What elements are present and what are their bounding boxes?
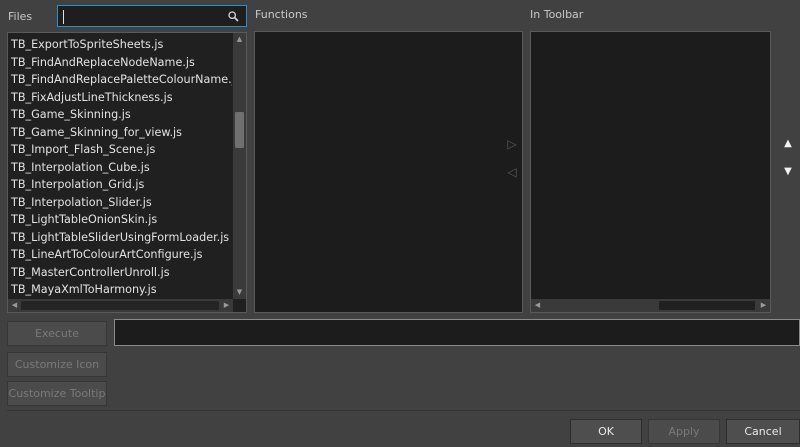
file-list-item[interactable]: TB_FindAndReplacePaletteColourName.js <box>8 71 232 89</box>
file-list-item[interactable]: TB_FindAndReplaceNodeName.js <box>8 54 232 72</box>
file-list-item[interactable]: TB_ExportToSpriteSheets.js <box>8 36 232 54</box>
execute-output-field[interactable] <box>114 319 800 346</box>
search-icon[interactable] <box>228 11 239 22</box>
file-list-item[interactable]: TB_FixAdjustLineThickness.js <box>8 89 232 107</box>
file-list-item[interactable]: TB_LineArtToColourArtConfigure.js <box>8 246 232 264</box>
file-list-item[interactable]: TB_Interpolation_Slider.js <box>8 194 232 212</box>
footer-separator <box>7 410 800 411</box>
in-toolbar-label: In Toolbar <box>530 8 584 21</box>
files-list[interactable]: TB_ExportToSpriteSheets.js TB_FindAndRepl… <box>7 32 247 313</box>
file-list-item[interactable]: TB_MasterControllerUnroll.js <box>8 264 232 282</box>
file-list-item[interactable]: TB_Interpolation_Cube.js <box>8 159 232 177</box>
scroll-left-arrow-icon[interactable]: ◀ <box>532 300 543 311</box>
file-list-item[interactable]: TB_Game_Skinning_for_view.js <box>8 124 232 142</box>
triangle-up-icon[interactable]: ▲ <box>781 138 795 149</box>
file-list-item[interactable]: TB_MayaXmlToHarmony.js <box>8 281 232 298</box>
cancel-button[interactable]: Cancel <box>726 419 800 444</box>
files-label: Files <box>8 10 33 23</box>
file-list-item[interactable]: TB_LightTableSliderUsingFormLoader.js <box>8 229 232 247</box>
files-hscroll-thumb[interactable] <box>21 301 219 310</box>
customize-tooltip-button[interactable]: Customize Tooltip <box>7 381 107 406</box>
scroll-down-arrow-icon[interactable]: ▼ <box>234 287 245 298</box>
triangle-right-icon[interactable]: ▷ <box>505 137 519 151</box>
text-caret <box>63 10 64 24</box>
file-list-item[interactable]: TB_LightTableOnionSkin.js <box>8 211 232 229</box>
functions-list[interactable] <box>254 31 523 313</box>
triangle-left-icon[interactable]: ◁ <box>505 165 519 179</box>
ok-button[interactable]: OK <box>570 419 642 444</box>
functions-label: Functions <box>255 8 308 21</box>
file-list-item[interactable]: TB_Interpolation_Grid.js <box>8 176 232 194</box>
files-search-input[interactable] <box>57 5 247 27</box>
triangle-down-icon[interactable]: ▼ <box>781 166 795 177</box>
scroll-up-arrow-icon[interactable]: ▲ <box>234 34 245 45</box>
file-list-item[interactable]: TB_Game_Skinning.js <box>8 106 232 124</box>
toolbar-hscroll-thumb[interactable] <box>659 301 755 310</box>
files-vertical-scrollbar[interactable]: ▲ ▼ <box>233 33 246 299</box>
scroll-right-arrow-icon[interactable]: ▶ <box>221 300 232 311</box>
scroll-left-arrow-icon[interactable]: ◀ <box>9 300 20 311</box>
files-vscroll-thumb[interactable] <box>235 112 244 148</box>
toolbar-list[interactable]: ◀ ▶ <box>530 31 771 313</box>
execute-button[interactable]: Execute <box>7 321 107 346</box>
customize-icon-button[interactable]: Customize Icon <box>7 352 107 377</box>
toolbar-horizontal-scrollbar[interactable]: ◀ ▶ <box>531 299 770 312</box>
files-horizontal-scrollbar[interactable]: ◀ ▶ <box>8 299 233 312</box>
apply-button[interactable]: Apply <box>648 419 720 444</box>
files-list-items: TB_ExportToSpriteSheets.js TB_FindAndRepl… <box>8 36 232 298</box>
scroll-right-arrow-icon[interactable]: ▶ <box>758 300 769 311</box>
file-list-item[interactable]: TB_Import_Flash_Scene.js <box>8 141 232 159</box>
